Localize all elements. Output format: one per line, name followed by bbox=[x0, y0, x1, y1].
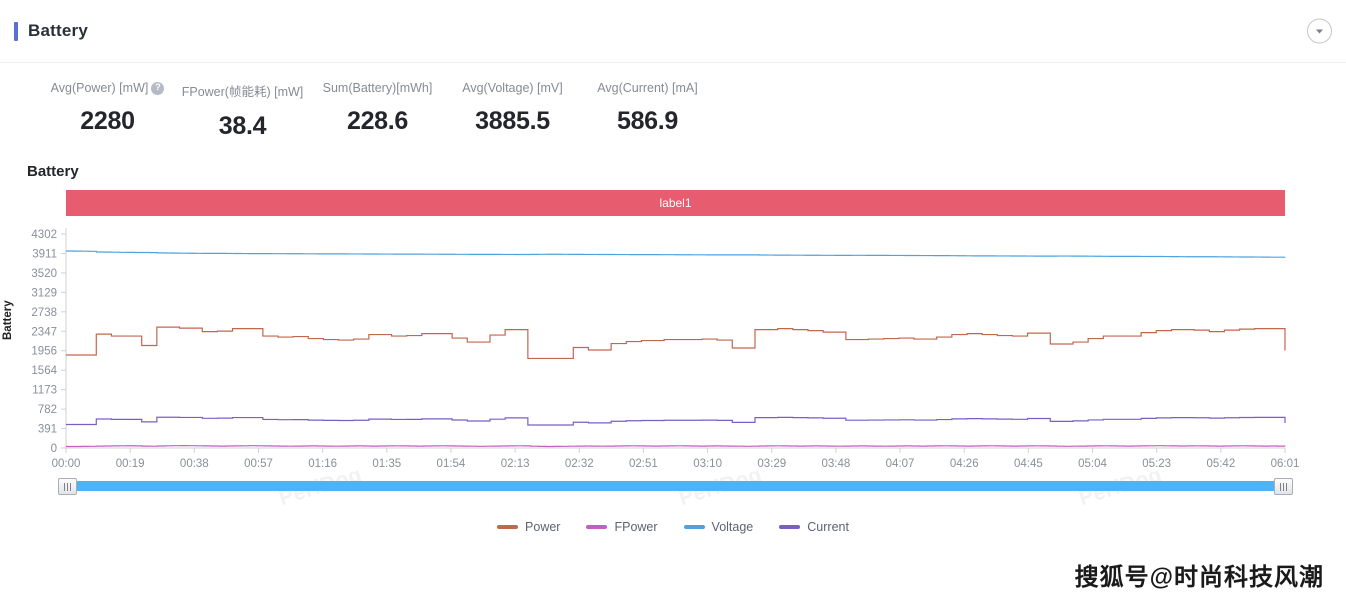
y-axis-tick-label: 1564 bbox=[31, 365, 57, 377]
metric-value: 3885.5 bbox=[475, 107, 550, 135]
x-axis-tick-label: 00:00 bbox=[52, 458, 81, 470]
x-axis-tick-label: 01:35 bbox=[372, 458, 401, 470]
x-axis-tick-label: 00:38 bbox=[180, 458, 209, 470]
grip-handle-icon bbox=[63, 482, 66, 491]
y-axis-tick-label: 0 bbox=[51, 443, 57, 455]
series-line-power bbox=[66, 326, 1286, 360]
x-axis-tick-label: 02:32 bbox=[565, 458, 594, 470]
metric-value: 38.4 bbox=[218, 112, 267, 140]
legend-swatch bbox=[683, 525, 705, 529]
metric-value: 586.9 bbox=[616, 107, 679, 135]
y-axis-tick-label: 782 bbox=[38, 404, 57, 416]
series-line-current bbox=[66, 416, 1286, 426]
grip-handle-icon bbox=[1285, 482, 1288, 491]
series-line-voltage bbox=[66, 250, 1286, 258]
label-band[interactable]: label1 bbox=[66, 190, 1285, 216]
chart-legend: Power FPower Voltage Current bbox=[0, 520, 1346, 534]
metric-label: Avg(Voltage) [mV] bbox=[445, 81, 580, 95]
y-axis-tick-label: 1173 bbox=[32, 385, 57, 397]
x-axis-tick-label: 02:13 bbox=[501, 458, 530, 470]
grip-handle-icon bbox=[69, 482, 72, 491]
y-axis-tick-label: 391 bbox=[38, 424, 57, 436]
legend-swatch bbox=[779, 525, 801, 529]
page-title: Battery bbox=[28, 21, 88, 40]
chart-title: Battery bbox=[27, 163, 79, 180]
legend-swatch bbox=[497, 525, 519, 529]
y-axis-tick-label: 3520 bbox=[31, 268, 57, 280]
x-axis-tick-label: 03:48 bbox=[822, 458, 851, 470]
x-axis-tick-label: 00:19 bbox=[116, 458, 145, 470]
metric-label-text: Avg(Current) [mA] bbox=[597, 81, 698, 95]
x-axis-tick-label: 01:54 bbox=[437, 458, 466, 470]
metric-label-text: Avg(Power) [mW] bbox=[50, 81, 149, 95]
datazoom-slider[interactable] bbox=[58, 478, 1293, 495]
legend-swatch bbox=[586, 525, 608, 529]
metric-card: FPower(帧能耗) [mW] 38.4 bbox=[175, 81, 310, 141]
label-band-text: label1 bbox=[659, 196, 692, 210]
y-axis-tick-label: 3911 bbox=[32, 248, 57, 260]
metric-card: Avg(Voltage) [mV] 3885.5 bbox=[445, 81, 580, 141]
metric-value: 2280 bbox=[80, 107, 135, 135]
sohu-watermark: 搜狐号@时尚科技风潮 bbox=[1074, 564, 1324, 591]
legend-label: Voltage bbox=[711, 520, 754, 534]
y-axis-title: Battery bbox=[2, 300, 14, 340]
battery-chart: label1 Battery 0 391 782 1173 1564 1956 2347 27… bbox=[0, 190, 1346, 560]
y-axis-tick-label: 2738 bbox=[31, 307, 57, 319]
x-axis-tick-label: 03:10 bbox=[693, 458, 722, 470]
metric-label: Avg(Current) [mA] bbox=[580, 81, 715, 95]
y-axis-tick-label: 4302 bbox=[31, 229, 57, 241]
y-axis-tick-label: 1956 bbox=[31, 346, 57, 358]
x-axis-tick-label: 02:51 bbox=[629, 458, 658, 470]
x-axis-tick-label: 01:16 bbox=[308, 458, 337, 470]
legend-label: Current bbox=[807, 520, 849, 534]
collapse-panel-button[interactable] bbox=[1307, 18, 1332, 44]
metric-label-text: FPower(帧能耗) [mW] bbox=[181, 85, 304, 99]
metric-label: Sum(Battery)[mWh] bbox=[310, 81, 445, 95]
metric-label-text: Avg(Voltage) [mV] bbox=[462, 81, 563, 95]
grip-handle-icon bbox=[1282, 482, 1285, 491]
legend-item-voltage[interactable]: Voltage bbox=[683, 520, 754, 534]
x-axis-tick-label: 05:42 bbox=[1206, 458, 1235, 470]
chevron-down-icon bbox=[1316, 29, 1323, 34]
series-line-fpower bbox=[66, 445, 1286, 448]
legend-label: FPower bbox=[614, 520, 658, 534]
metric-label: Avg(Power) [mW]? bbox=[40, 81, 175, 95]
legend-item-current[interactable]: Current bbox=[779, 520, 849, 534]
x-axis-tick-label: 05:04 bbox=[1078, 458, 1107, 470]
datazoom-track[interactable] bbox=[66, 481, 1285, 491]
metrics-row: Avg(Power) [mW]? 2280 FPower(帧能耗) [mW] 38.4… bbox=[0, 63, 1346, 141]
grip-handle-icon bbox=[1279, 482, 1282, 491]
legend-item-fpower[interactable]: FPower bbox=[586, 520, 658, 534]
x-axis-tick-label: 06:01 bbox=[1271, 458, 1300, 470]
legend-item-power[interactable]: Power bbox=[497, 520, 560, 534]
x-axis-tick-label: 04:07 bbox=[886, 458, 915, 470]
x-axis-tick-label: 04:26 bbox=[950, 458, 979, 470]
datazoom-handle-left[interactable] bbox=[58, 478, 77, 495]
metric-value: 228.6 bbox=[346, 107, 409, 135]
title-accent-bar bbox=[14, 21, 18, 41]
metric-card: Avg(Current) [mA] 586.9 bbox=[580, 81, 715, 141]
x-axis-tick-label: 04:45 bbox=[1014, 458, 1043, 470]
x-axis-tick-label: 00:57 bbox=[244, 458, 273, 470]
question-circle-icon[interactable]: ? bbox=[151, 81, 165, 95]
metric-card: Avg(Power) [mW]? 2280 bbox=[40, 81, 175, 141]
metric-label-text: Sum(Battery)[mWh] bbox=[322, 81, 433, 95]
y-axis-tick-label: 3129 bbox=[31, 287, 57, 299]
panel-header: Battery bbox=[0, 0, 1346, 63]
chart-plot-area: 0 391 782 1173 1564 1956 2347 2738 3129 3520 3911 4… bbox=[31, 228, 1300, 470]
metric-card: Sum(Battery)[mWh] 228.6 bbox=[310, 81, 445, 141]
legend-label: Power bbox=[525, 520, 561, 534]
x-axis-tick-label: 03:29 bbox=[757, 458, 786, 470]
datazoom-handle-right[interactable] bbox=[1274, 478, 1293, 495]
y-axis-tick-label: 2347 bbox=[31, 326, 57, 338]
grip-handle-icon bbox=[66, 482, 69, 491]
metric-label: FPower(帧能耗) [mW] bbox=[175, 81, 310, 100]
